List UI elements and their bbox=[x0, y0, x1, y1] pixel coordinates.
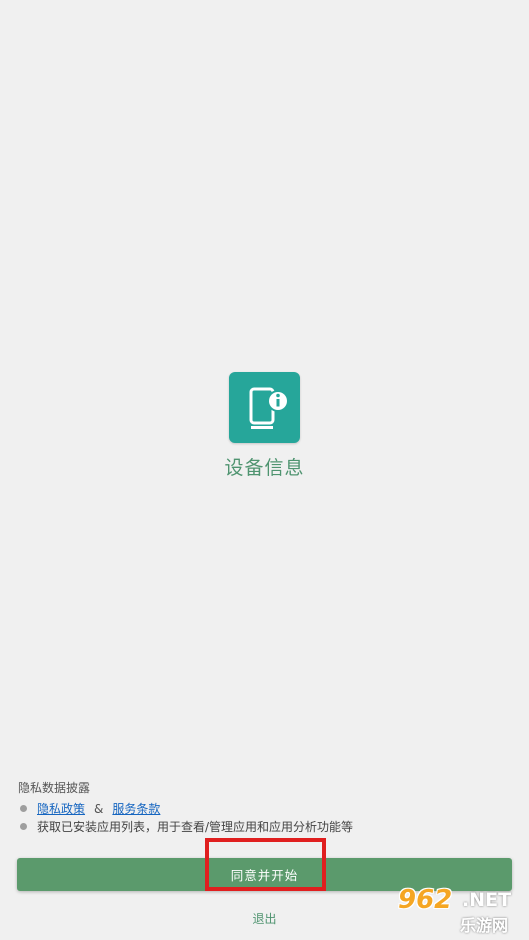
watermark-domain: .NET bbox=[462, 889, 512, 911]
phone-info-icon bbox=[249, 387, 289, 429]
privacy-policy-link[interactable]: 隐私政策 bbox=[37, 800, 85, 817]
bullet-icon bbox=[20, 823, 27, 830]
watermark-site-name: 乐游网 bbox=[460, 916, 509, 935]
policy-links-row: 隐私政策 & 服务条款 bbox=[18, 800, 160, 817]
bullet-icon bbox=[20, 805, 27, 812]
link-separator: & bbox=[94, 801, 104, 816]
privacy-disclosure-title: 隐私数据披露 bbox=[18, 781, 91, 795]
app-title: 设备信息 bbox=[224, 457, 305, 479]
consent-screen: 设备信息 隐私数据披露 隐私政策 & 服务条款 获取已安装应用列表，用于查看/管… bbox=[0, 0, 529, 940]
site-watermark: 962 .NET 乐游网 bbox=[390, 885, 524, 935]
app-icon bbox=[229, 372, 300, 443]
permission-note-row: 获取已安装应用列表，用于查看/管理应用和应用分析功能等 bbox=[18, 818, 353, 835]
terms-of-service-link[interactable]: 服务条款 bbox=[112, 800, 160, 817]
permission-note: 获取已安装应用列表，用于查看/管理应用和应用分析功能等 bbox=[37, 820, 354, 834]
watermark-number: 962 bbox=[398, 885, 453, 915]
